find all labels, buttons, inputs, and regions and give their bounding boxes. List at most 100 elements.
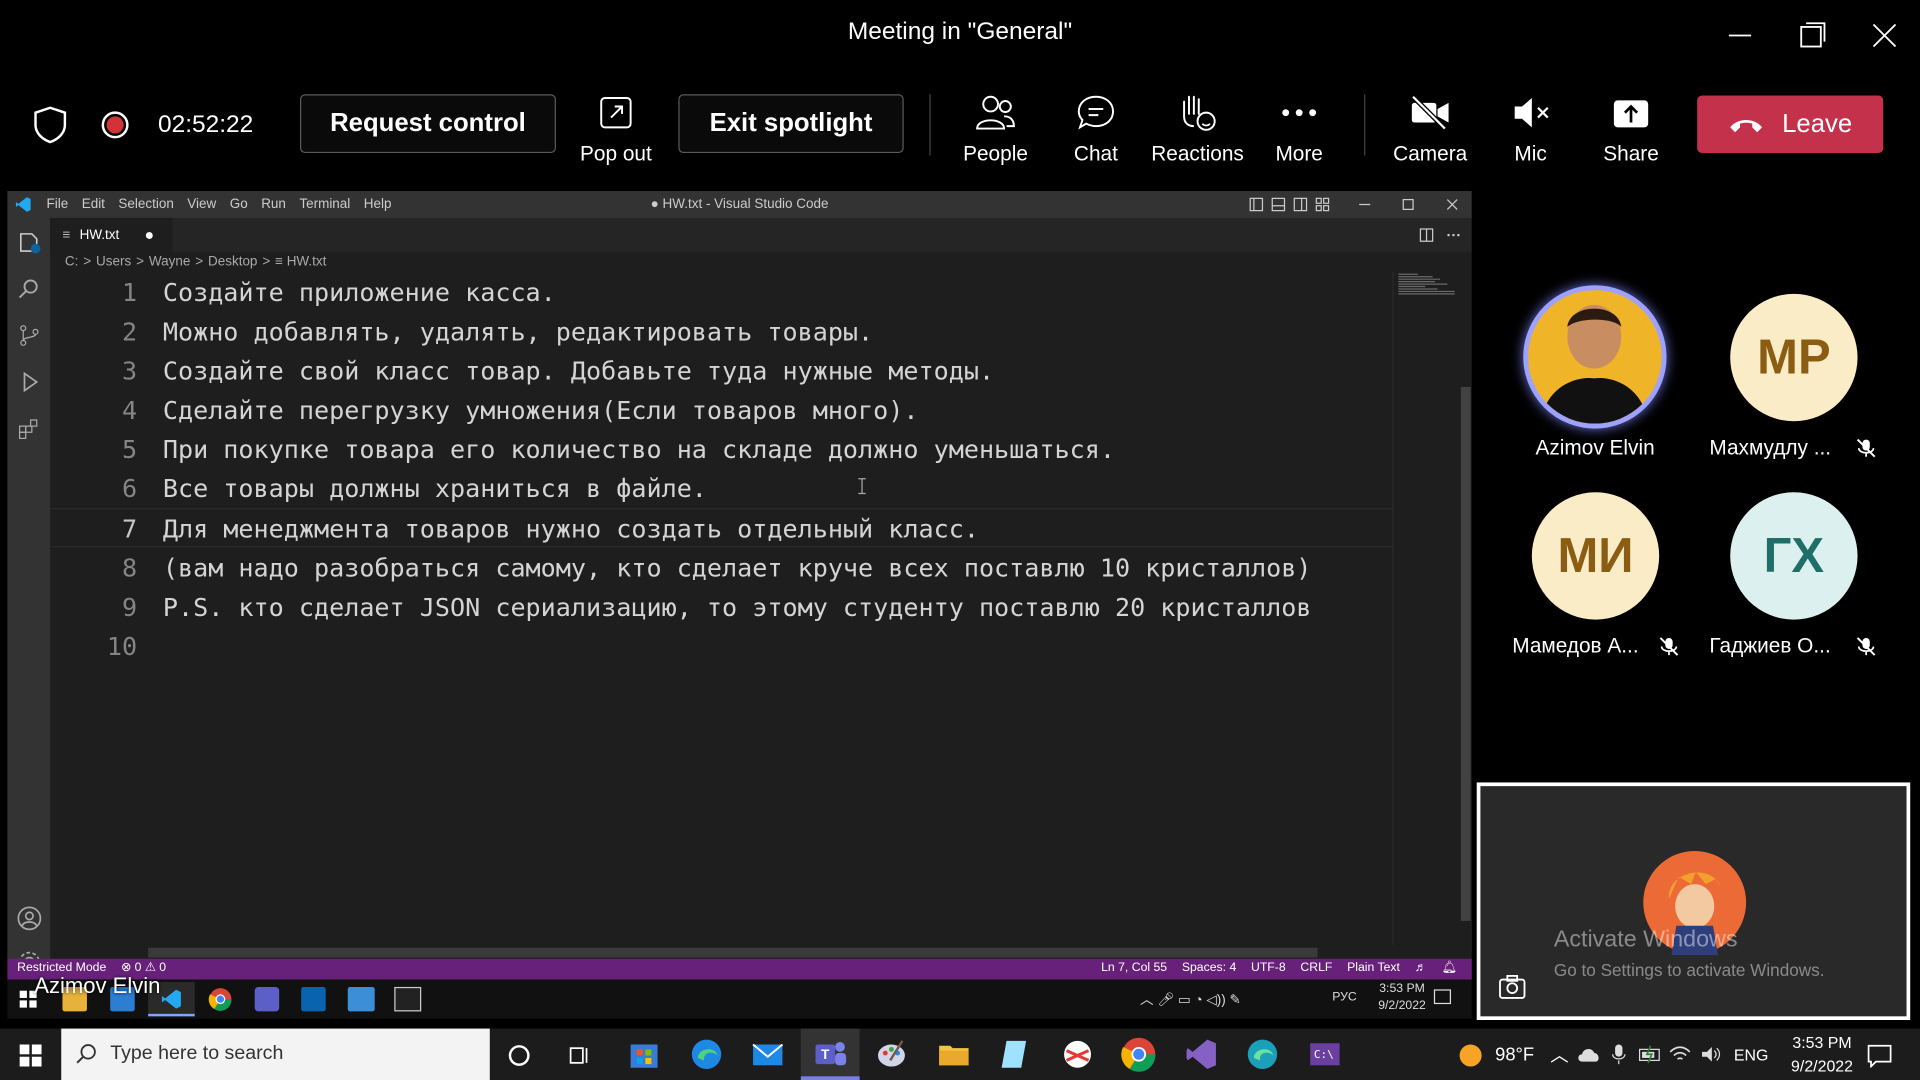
notification-center-icon[interactable] xyxy=(1866,1043,1893,1068)
participant-avatar[interactable]: МР xyxy=(1730,293,1858,422)
accounts-icon[interactable] xyxy=(16,905,43,932)
file-explorer-icon[interactable] xyxy=(936,1036,975,1073)
line-number: 10 xyxy=(106,631,138,662)
layout-controls-icon[interactable] xyxy=(1249,197,1335,212)
leave-button[interactable]: Leave xyxy=(1697,95,1884,154)
visual-studio-icon[interactable] xyxy=(1183,1036,1222,1073)
task-view-icon[interactable] xyxy=(567,1043,591,1067)
feedback-icon[interactable]: ♬ xyxy=(1415,961,1427,974)
mic-button[interactable]: Mic xyxy=(1482,88,1580,166)
close-icon[interactable] xyxy=(1866,17,1903,54)
editor-line[interactable]: 8 (вам надо разобраться самому, кто сдела… xyxy=(50,549,1392,588)
camera-switch-icon[interactable] xyxy=(1498,973,1527,1002)
taskbar-search-box[interactable]: Type here to search xyxy=(61,1028,490,1080)
person-photo xyxy=(1528,290,1662,424)
input-language[interactable]: ENG xyxy=(1734,1046,1768,1064)
chat-button[interactable]: Chat xyxy=(1047,88,1145,166)
request-control-button[interactable]: Request control xyxy=(300,94,556,154)
microphone-icon[interactable] xyxy=(1610,1043,1627,1065)
editor-area[interactable]: 1 Создайте приложение касса. 2 Можно добав… xyxy=(50,272,1393,945)
store-icon[interactable] xyxy=(626,1036,665,1073)
unsaved-dot-icon[interactable]: ● xyxy=(144,225,154,243)
editor-line[interactable]: 1 Создайте приложение касса. xyxy=(50,273,1392,312)
editor-line[interactable]: 5 При покупке товара его количество на ск… xyxy=(50,430,1392,469)
people-label: People xyxy=(963,142,1028,166)
show-hidden-icons[interactable]: ︿ xyxy=(1550,1042,1568,1068)
breadcrumb-file[interactable]: ≡ HW.txt xyxy=(275,255,326,270)
participant-avatar[interactable]: ГХ xyxy=(1730,492,1858,620)
participant-name: Мамедов А... xyxy=(1512,634,1639,658)
participant-avatar[interactable] xyxy=(1523,285,1667,429)
end-of-line[interactable]: CRLF xyxy=(1300,961,1332,974)
editor-line[interactable]: 10 xyxy=(50,627,1392,666)
extensions-icon[interactable] xyxy=(17,416,41,440)
volume-icon[interactable] xyxy=(1700,1044,1722,1064)
mic-muted-icon xyxy=(1659,637,1679,656)
editor-line[interactable]: 4 Сделайте перегрузку умножения(Если това… xyxy=(50,391,1392,430)
editor-line[interactable]: 6 Все товары должны храниться в файле. xyxy=(50,469,1392,508)
vscode-window-controls-icon[interactable] xyxy=(1357,197,1467,212)
encoding[interactable]: UTF-8 xyxy=(1251,961,1286,974)
line-number: 4 xyxy=(122,395,138,425)
system-clock[interactable]: 3:53 PM 9/2/2022 xyxy=(1771,1033,1874,1075)
vertical-scrollbar[interactable] xyxy=(1460,386,1471,921)
mic-muted-icon xyxy=(1514,97,1549,128)
windows-start-icon[interactable] xyxy=(19,1044,42,1067)
share-button[interactable]: Share xyxy=(1582,88,1680,166)
language-mode[interactable]: Plain Text xyxy=(1347,961,1400,974)
source-control-icon[interactable] xyxy=(17,323,41,347)
edge-dev-icon[interactable] xyxy=(1244,1036,1283,1073)
weather-sun-icon[interactable] xyxy=(1458,1043,1482,1067)
horizontal-scrollbar[interactable] xyxy=(148,947,1318,958)
notes-icon[interactable] xyxy=(997,1036,1036,1073)
snipping-icon[interactable] xyxy=(1059,1036,1098,1073)
wifi-icon[interactable] xyxy=(1669,1044,1691,1064)
cursor-position[interactable]: Ln 7, Col 55 xyxy=(1101,961,1167,974)
search-icon[interactable] xyxy=(17,277,41,301)
minimap[interactable] xyxy=(1392,271,1458,946)
chrome-icon[interactable] xyxy=(1120,1036,1159,1073)
chat-icon xyxy=(1077,95,1115,130)
explorer-icon[interactable] xyxy=(17,230,41,254)
paint-icon[interactable] xyxy=(873,1036,912,1073)
indentation[interactable]: Spaces: 4 xyxy=(1182,961,1236,974)
bell-icon[interactable]: 🔔︎ xyxy=(1442,961,1458,974)
editor-line[interactable]: 9 P.S. кто сделает JSON сериализацию, то … xyxy=(50,588,1392,627)
exit-spotlight-button[interactable]: Exit spotlight xyxy=(678,94,904,154)
more-button[interactable]: More xyxy=(1250,88,1348,166)
phone-hangup-icon xyxy=(1730,119,1763,132)
participants-panel xyxy=(1471,191,1920,779)
weather-temp[interactable]: 98°F xyxy=(1495,1044,1534,1065)
pop-out-button[interactable]: Pop out xyxy=(567,88,665,166)
breadcrumb-desktop[interactable]: Desktop xyxy=(208,255,257,270)
people-button[interactable]: People xyxy=(947,88,1045,166)
reactions-button[interactable]: Reactions xyxy=(1149,88,1247,166)
restore-icon[interactable] xyxy=(1794,17,1831,54)
pop-out-label: Pop out xyxy=(580,142,652,166)
shield-icon[interactable] xyxy=(32,105,69,144)
mail-icon[interactable] xyxy=(749,1036,788,1073)
self-view[interactable] xyxy=(1476,782,1911,1021)
run-debug-icon[interactable] xyxy=(17,370,41,394)
participant-avatar[interactable]: МИ xyxy=(1531,492,1660,620)
camera-button[interactable]: Camera xyxy=(1381,88,1479,166)
breadcrumb-wayne[interactable]: Wayne xyxy=(149,255,190,270)
edge-icon[interactable] xyxy=(688,1036,727,1073)
onedrive-icon[interactable] xyxy=(1577,1044,1601,1064)
tab-hw-txt[interactable]: ≡ HW.txt ● xyxy=(50,217,173,253)
battery-icon[interactable] xyxy=(1638,1044,1662,1064)
editor-line-current[interactable]: 7 Для менеджмента товаров нужно создать о… xyxy=(50,508,1393,548)
editor-line[interactable]: 2 Можно добавлять, удалять, редактировать… xyxy=(50,312,1392,351)
share-label: Share xyxy=(1603,142,1659,166)
mic-muted-icon xyxy=(1856,438,1876,458)
split-editor-icon[interactable] xyxy=(1419,228,1468,243)
breadcrumb-drive[interactable]: C: xyxy=(65,255,78,270)
editor-line[interactable]: 3 Создайте свой класс товар. Добавьте туд… xyxy=(50,351,1392,390)
reactions-label: Reactions xyxy=(1151,142,1244,166)
breadcrumb-users[interactable]: Users xyxy=(96,255,131,270)
teams-taskbar-icon[interactable]: T xyxy=(800,1028,860,1080)
cortana-icon[interactable] xyxy=(507,1043,531,1067)
clock-date: 9/2/2022 xyxy=(1791,1056,1854,1076)
terminal-icon[interactable]: C:\ xyxy=(1307,1036,1346,1073)
minimize-icon[interactable] xyxy=(1722,17,1759,54)
